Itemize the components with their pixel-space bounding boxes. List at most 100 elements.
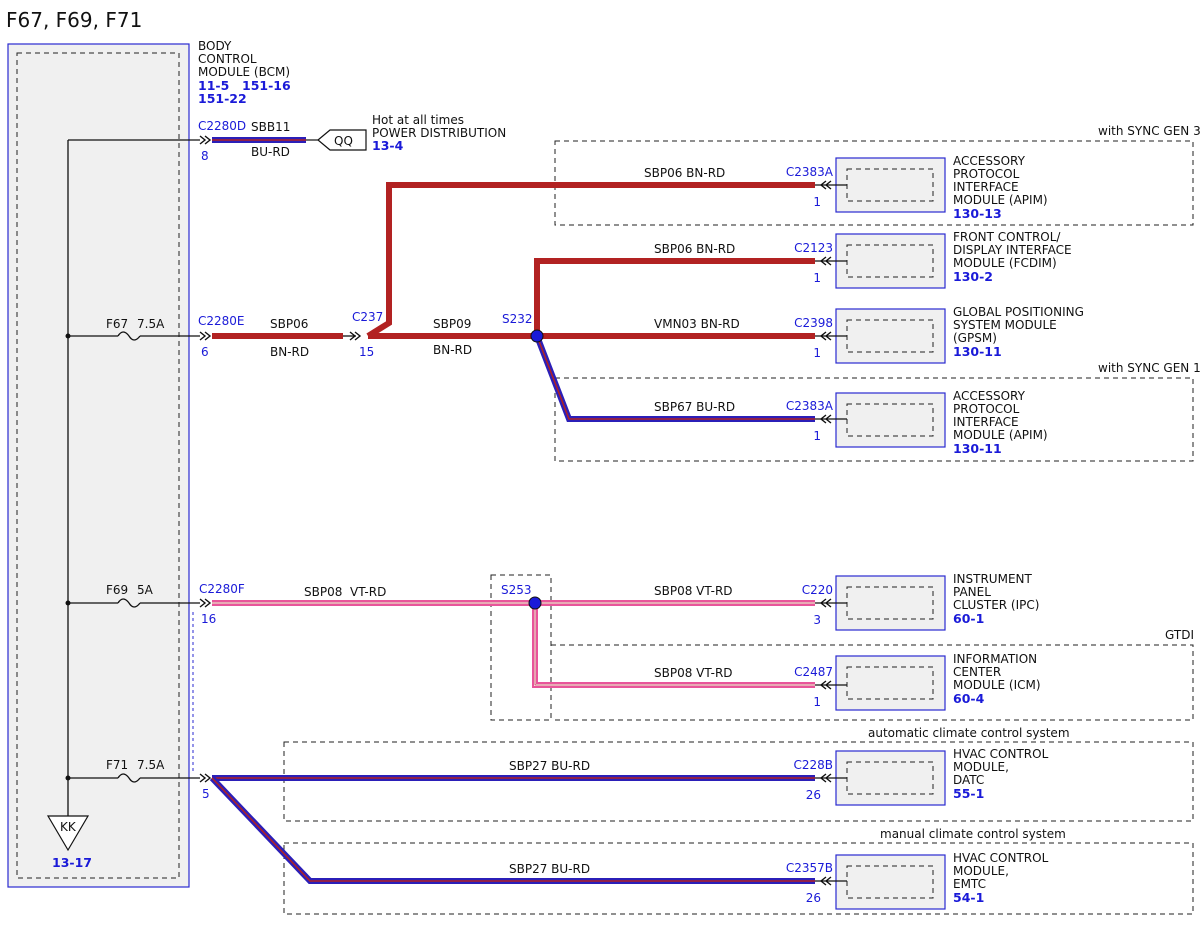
ground-tag: KK [60, 820, 77, 834]
pin-c237: 15 [359, 345, 374, 359]
connector-fcdim[interactable]: C2123 [794, 241, 833, 255]
module-name-icm-3: MODULE (ICM) [953, 678, 1041, 692]
connector-apim1[interactable]: C2383A [786, 399, 834, 413]
pin-f71: 5 [202, 787, 210, 801]
module-name-ipc-2: PANEL [953, 585, 991, 599]
module-name-icm-1: INFORMATION [953, 652, 1037, 666]
connector-ipc[interactable]: C220 [802, 583, 833, 597]
pin-c2280f: 16 [201, 612, 216, 626]
power-ref-link[interactable]: 13-4 [372, 138, 404, 153]
bcm-name-line-2: CONTROL [198, 52, 257, 66]
circuit-sbp06-feed: SBP06 [270, 317, 308, 331]
circuit-apim3: SBP06 BN-RD [644, 166, 725, 180]
module-name-fcdim-2: DISPLAY INTERFACE [953, 243, 1072, 257]
fuse-f69-label: F69 [106, 583, 128, 597]
connector-emtc[interactable]: C2357B [786, 861, 833, 875]
connector-apim3[interactable]: C2383A [786, 165, 834, 179]
pin-icm: 1 [813, 695, 821, 709]
module-name-apim3-2: PROTOCOL [953, 167, 1020, 181]
circuit-ipc: SBP08 VT-RD [654, 584, 733, 598]
module-name-apim3-3: INTERFACE [953, 180, 1019, 194]
module-name-gpsm-3: (GPSM) [953, 331, 997, 345]
fuse-f67-rating: 7.5A [137, 317, 165, 331]
fuse-f71-rating: 7.5A [137, 758, 165, 772]
fuse-f69-rating: 5A [137, 583, 154, 597]
circuit-icm: SBP08 VT-RD [654, 666, 733, 680]
fuse-f67-label: F67 [106, 317, 128, 331]
color-sbp09: BN-RD [433, 343, 472, 357]
module-ref-emtc[interactable]: 54-1 [953, 890, 984, 905]
module-apim1[interactable]: SBP67 BU-RD C2383A 1 ACCESSORYPROTOCOLINTER… [654, 389, 1048, 456]
pin-emtc: 26 [806, 891, 821, 905]
circuit-emtc: SBP27 BU-RD [509, 862, 590, 876]
group-label-auto-climate: automatic climate control system [868, 726, 1070, 740]
splice-s253-label[interactable]: S253 [501, 583, 532, 597]
module-name-datc-1: HVAC CONTROL [953, 747, 1049, 761]
module-box-apim3[interactable] [835, 157, 946, 213]
bcm-connector-arrows [199, 135, 362, 783]
connector-icm[interactable]: C2487 [794, 665, 833, 679]
module-box-gpsm[interactable] [835, 308, 946, 364]
circuit-sbp09: SBP09 [433, 317, 471, 331]
module-ref-icm[interactable]: 60-4 [953, 691, 985, 706]
module-name-apim3-4: MODULE (APIM) [953, 193, 1048, 207]
connector-datc[interactable]: C228B [793, 758, 833, 772]
splice-s232-label[interactable]: S232 [502, 312, 533, 326]
module-box-apim1[interactable] [835, 392, 946, 448]
module-icm[interactable]: SBP08 VT-RD C2487 1 INFORMATIONCENTERMODULE… [654, 652, 1041, 711]
module-ref-apim1[interactable]: 130-11 [953, 441, 1002, 456]
pin-apim3: 1 [813, 195, 821, 209]
connector-c2280d[interactable]: C2280D [198, 119, 246, 133]
module-box-fcdim[interactable] [835, 233, 946, 289]
circuit-sbb11: SBB11 [251, 120, 290, 134]
circuit-datc: SBP27 BU-RD [509, 759, 590, 773]
pin-fcdim: 1 [813, 271, 821, 285]
splice-s253-dot[interactable] [528, 596, 542, 610]
pin-apim1: 1 [813, 429, 821, 443]
module-box-icm[interactable] [835, 655, 946, 711]
group-label-manual-climate: manual climate control system [880, 827, 1066, 841]
module-name-emtc-2: MODULE, [953, 864, 1009, 878]
module-name-emtc-3: EMTC [953, 877, 986, 891]
module-name-fcdim-3: MODULE (FCDIM) [953, 256, 1057, 270]
ground-ref-link[interactable]: 13-17 [52, 855, 92, 870]
module-box-ipc[interactable] [835, 575, 946, 631]
module-ref-fcdim[interactable]: 130-2 [953, 269, 993, 284]
module-name-ipc-3: CLUSTER (IPC) [953, 598, 1039, 612]
color-sbp06-feed: BN-RD [270, 345, 309, 359]
power-desc-1: Hot at all times [372, 113, 464, 127]
module-name-apim1-2: PROTOCOL [953, 402, 1020, 416]
module-name-apim1-4: MODULE (APIM) [953, 428, 1048, 442]
fuse-f71-label: F71 [106, 758, 128, 772]
module-ref-ipc[interactable]: 60-1 [953, 611, 984, 626]
pin-datc: 26 [806, 788, 821, 802]
group-label-sync3: with SYNC GEN 3 [1098, 124, 1200, 138]
group-label-sync1: with SYNC GEN 1 [1098, 361, 1200, 375]
connector-c2280e[interactable]: C2280E [198, 314, 245, 328]
pin-c2280d: 8 [201, 149, 209, 163]
module-name-emtc-1: HVAC CONTROL [953, 851, 1049, 865]
splice-s232-dot[interactable] [530, 329, 544, 343]
module-ref-gpsm[interactable]: 130-11 [953, 344, 1002, 359]
connector-c237[interactable]: C237 [352, 310, 383, 324]
module-ref-apim3[interactable]: 130-13 [953, 206, 1002, 221]
circuit-apim1: SBP67 BU-RD [654, 400, 735, 414]
module-ref-datc[interactable]: 55-1 [953, 786, 984, 801]
group-label-gtdi: GTDI [1165, 628, 1194, 642]
bcm-ref-link-3[interactable]: 151-22 [198, 91, 247, 106]
circuit-fcdim: SBP06 BN-RD [654, 242, 735, 256]
wiring-diagram: F67, F69, F71 BODY CONTROL MODULE (BCM) … [6, 8, 1200, 915]
connector-gpsm[interactable]: C2398 [794, 316, 833, 330]
module-name-icm-2: CENTER [953, 665, 1001, 679]
connector-c2280f[interactable]: C2280F [199, 582, 245, 596]
bcm-ref-link-2[interactable]: 151-16 [242, 78, 291, 93]
color-sbb11: BU-RD [251, 145, 290, 159]
module-name-gpsm-2: SYSTEM MODULE [953, 318, 1057, 332]
module-name-datc-3: DATC [953, 773, 984, 787]
module-box-datc[interactable] [835, 750, 946, 806]
module-box-emtc[interactable] [835, 854, 946, 910]
pin-ipc: 3 [813, 613, 821, 627]
module-name-apim3-1: ACCESSORY [953, 154, 1026, 168]
module-name-ipc-1: INSTRUMENT [953, 572, 1032, 586]
module-name-apim1-3: INTERFACE [953, 415, 1019, 429]
